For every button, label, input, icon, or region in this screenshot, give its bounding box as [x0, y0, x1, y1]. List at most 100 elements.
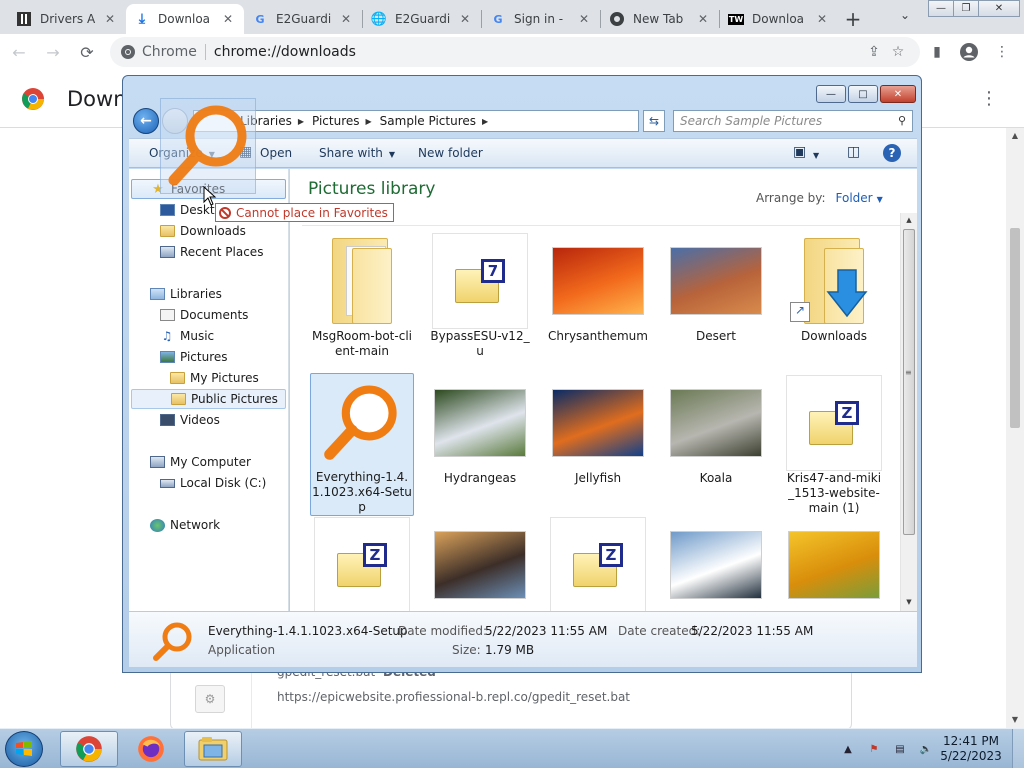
file-tile[interactable]: Penguins	[664, 517, 768, 611]
side-panel-icon[interactable]: ▮	[925, 40, 949, 64]
tab-title: Drivers A	[40, 12, 96, 26]
file-tile[interactable]: ZMsgRoom-bot	[546, 517, 650, 611]
nav-my-pictures[interactable]: My Pictures	[169, 368, 259, 388]
taskbar-explorer[interactable]	[184, 731, 242, 767]
scroll-up-arrow-icon[interactable]: ▲	[1006, 128, 1024, 144]
download-source-url[interactable]: https://epicwebsite.profiessional-b.repl…	[277, 690, 630, 704]
network-tray-icon[interactable]: ▤	[892, 741, 908, 757]
downloads-more-icon[interactable]: ⋮	[980, 88, 998, 109]
scroll-down-arrow-icon[interactable]: ▼	[901, 595, 917, 609]
tab-close-icon[interactable]: ✕	[338, 12, 354, 26]
file-tile[interactable]: ↗ Downloads	[782, 233, 886, 344]
file-tile[interactable]: Lighthouse	[428, 517, 532, 611]
share-icon[interactable]: ⇪	[862, 40, 886, 64]
page-scrollbar[interactable]: ▲ ▼	[1006, 128, 1024, 728]
minimize-button[interactable]: —	[928, 0, 954, 17]
scroll-down-arrow-icon[interactable]: ▼	[1006, 712, 1024, 728]
arrange-by-value[interactable]: Folder	[836, 191, 873, 205]
search-icon[interactable]: ⚲	[898, 114, 906, 127]
bookmark-star-icon[interactable]: ☆	[886, 40, 910, 64]
browser-tab[interactable]: New Tab ✕	[601, 4, 719, 34]
nav-downloads[interactable]: Downloads	[159, 221, 246, 241]
arrange-by-control[interactable]: Arrange by: Folder ▼	[756, 191, 883, 205]
chevron-down-icon[interactable]: ▼	[877, 195, 883, 204]
close-window-button[interactable]: ✕	[978, 0, 1020, 17]
nav-network[interactable]: Network	[149, 515, 220, 535]
scroll-up-arrow-icon[interactable]: ▲	[901, 213, 917, 227]
taskbar-clock[interactable]: 12:41 PM 5/22/2023	[936, 734, 1006, 764]
taskbar-firefox[interactable]	[122, 731, 180, 767]
breadcrumb-chevron-icon[interactable]: ▶	[298, 117, 304, 126]
file-tile[interactable]: Hydrangeas	[428, 375, 532, 486]
nav-recent-places[interactable]: Recent Places	[159, 242, 263, 262]
profile-avatar-icon[interactable]	[957, 40, 981, 64]
page-scroll-thumb[interactable]	[1010, 228, 1020, 428]
browser-tab[interactable]: G E2Guardi ✕	[244, 4, 362, 34]
file-tile[interactable]: Chrysanthemum	[546, 233, 650, 344]
back-arrow-icon[interactable]: ←	[4, 37, 34, 67]
open-button[interactable]: Open	[260, 146, 292, 160]
start-button[interactable]	[5, 731, 43, 767]
help-icon[interactable]: ?	[883, 144, 901, 162]
omnibox[interactable]: Chrome chrome://downloads	[110, 37, 920, 67]
breadcrumb-chevron-icon[interactable]: ▶	[366, 117, 372, 126]
nav-pictures[interactable]: Pictures	[159, 347, 228, 367]
tab-close-icon[interactable]: ✕	[220, 12, 236, 26]
tab-close-icon[interactable]: ✕	[457, 12, 473, 26]
file-tile[interactable]: Tulips	[782, 517, 886, 611]
volume-muted-icon[interactable]: 🔈	[918, 741, 934, 757]
file-tile[interactable]: MsgRoom-bot-client-main	[310, 233, 414, 359]
nav-local-disk[interactable]: Local Disk (C:)	[159, 473, 266, 493]
browser-tab[interactable]: Drivers A ✕	[8, 4, 126, 34]
restore-button[interactable]: ❐	[953, 0, 979, 17]
explorer-back-icon[interactable]: ←	[133, 108, 159, 134]
show-desktop-button[interactable]	[1012, 729, 1024, 768]
nav-videos[interactable]: Videos	[159, 410, 220, 430]
change-view-icon[interactable]: ▣	[793, 144, 806, 160]
archive-thumbnail: 7	[432, 233, 528, 329]
show-hidden-icons-icon[interactable]: ▲	[840, 741, 856, 757]
browser-tab[interactable]: TW Downloa ✕	[720, 4, 838, 34]
file-tile[interactable]: Z Kris47-and-miki_1513-website-main (1)	[782, 375, 886, 516]
taskbar-chrome[interactable]	[60, 731, 118, 767]
file-tile[interactable]: Desert	[664, 233, 768, 344]
file-tile[interactable]: ZKris47-and-mi	[310, 517, 414, 611]
clock-time: 12:41 PM	[943, 734, 999, 748]
tab-close-icon[interactable]: ✕	[102, 12, 118, 26]
tab-close-icon[interactable]: ✕	[814, 12, 830, 26]
tab-close-icon[interactable]: ✕	[695, 12, 711, 26]
content-scrollbar[interactable]: ▲ ≡ ▼	[900, 213, 917, 611]
explorer-refresh-icon[interactable]: ⇆	[643, 110, 665, 132]
file-tile[interactable]: Jellyfish	[546, 375, 650, 486]
nav-libraries[interactable]: Libraries	[149, 284, 222, 304]
explorer-close-button[interactable]: ✕	[880, 85, 916, 103]
view-dropdown-icon[interactable]: ▼	[813, 147, 819, 161]
browser-tab[interactable]: G Sign in - ✕	[482, 4, 600, 34]
file-tile[interactable]: 7 BypassESU-v12_u	[428, 233, 532, 359]
new-tab-button[interactable]: +	[838, 4, 868, 34]
chrome-menu-icon[interactable]: ⋮	[990, 40, 1014, 64]
nav-music[interactable]: ♫ Music	[159, 326, 215, 346]
reload-icon[interactable]: ⟳	[72, 37, 102, 67]
explorer-minimize-button[interactable]: —	[816, 85, 846, 103]
share-with-button[interactable]: Share with ▼	[319, 146, 395, 160]
nav-documents[interactable]: Documents	[159, 305, 248, 325]
file-tile[interactable]: Everything-1.4.1.1023.x64-Setup	[310, 373, 414, 516]
explorer-search-input[interactable]: Search Sample Pictures ⚲	[673, 110, 913, 132]
action-center-flag-icon[interactable]: ⚑	[866, 741, 882, 757]
content-scroll-thumb[interactable]	[903, 229, 915, 535]
nav-public-pictures[interactable]: Public Pictures	[131, 389, 286, 409]
breadcrumb-chevron-icon[interactable]: ▶	[482, 117, 488, 126]
tab-search-icon[interactable]: ⌄	[894, 8, 916, 26]
explorer-maximize-button[interactable]: □	[848, 85, 878, 103]
breadcrumb-sample-pictures[interactable]: Sample Pictures	[380, 114, 476, 128]
tab-close-icon[interactable]: ✕	[576, 12, 592, 26]
new-folder-button[interactable]: New folder	[418, 146, 483, 160]
browser-tab[interactable]: 🌐 E2Guardi ✕	[363, 4, 481, 34]
preview-pane-icon[interactable]: ◫	[847, 144, 860, 160]
browser-tab[interactable]: ⤓ Downloa ✕	[126, 4, 244, 34]
breadcrumb-pictures[interactable]: Pictures	[312, 114, 360, 128]
nav-my-computer[interactable]: My Computer	[149, 452, 251, 472]
forward-arrow-icon[interactable]: →	[38, 37, 68, 67]
file-tile[interactable]: Koala	[664, 375, 768, 486]
